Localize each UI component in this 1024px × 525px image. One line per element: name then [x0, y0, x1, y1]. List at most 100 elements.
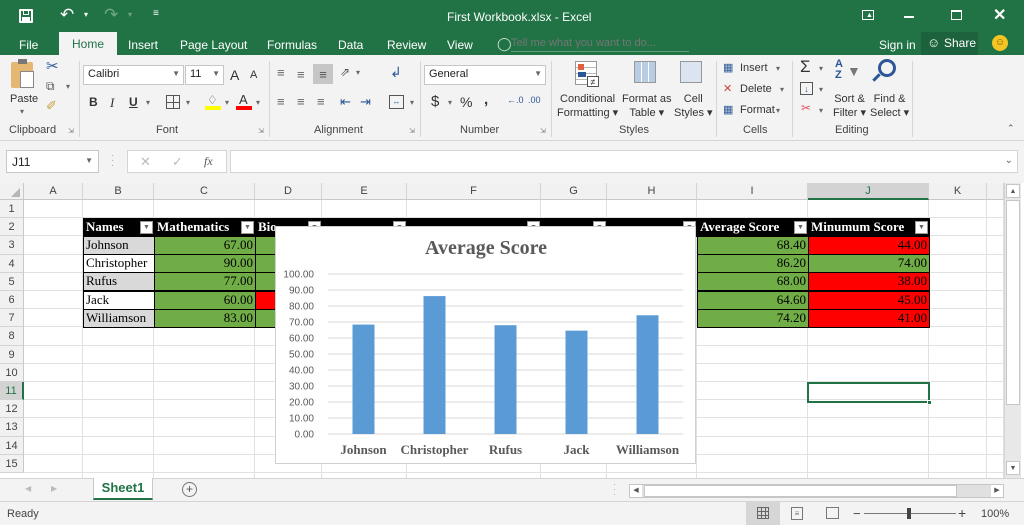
expand-formula-bar-icon[interactable]: ⌄	[1005, 155, 1013, 166]
cancel-entry-button[interactable]: ✕	[140, 154, 151, 170]
column-header-e[interactable]: E	[322, 183, 407, 200]
sort-filter-icon[interactable]: AZ	[835, 59, 843, 81]
column-header-i[interactable]: I	[697, 183, 808, 200]
bar-christopher[interactable]	[423, 296, 446, 434]
conditional-formatting-button[interactable]: Conditional Formatting ▾	[557, 92, 618, 120]
table-cell-name[interactable]: Rufus	[83, 272, 155, 291]
scroll-left-button[interactable]: ◀	[630, 485, 642, 497]
formula-input[interactable]: ⌄	[230, 150, 1018, 173]
row-header-11[interactable]: 11	[0, 382, 24, 401]
borders-icon[interactable]	[166, 95, 180, 109]
clear-icon[interactable]: ✂	[801, 101, 811, 115]
table-cell-name[interactable]: Williamson	[83, 309, 155, 328]
dialog-launcher-icon[interactable]: ⇲	[409, 127, 415, 135]
horizontal-scrollbar[interactable]: ◀ ▶	[629, 484, 1004, 498]
insert-dropdown-icon[interactable]: ▾	[776, 64, 780, 73]
bold-button[interactable]: B	[89, 95, 98, 109]
confirm-entry-button[interactable]: ✓	[172, 154, 183, 170]
row-header-10[interactable]: 10	[0, 363, 24, 382]
number-format-select[interactable]: General ▼	[424, 65, 546, 85]
filter-dropdown-button[interactable]: ▼	[915, 221, 928, 234]
grow-font-button[interactable]: A	[230, 67, 239, 83]
table-cell-mathematics[interactable]: 77.00	[154, 272, 256, 291]
table-cell-mathematics[interactable]: 60.00	[154, 291, 256, 310]
row-header-5[interactable]: 5	[0, 272, 24, 291]
comma-button[interactable]: ,	[484, 91, 488, 108]
column-header-d[interactable]: D	[255, 183, 322, 200]
table-cell-minimum-score[interactable]: 45.00	[808, 291, 930, 310]
minimize-icon[interactable]	[904, 16, 914, 18]
align-right-icon[interactable]: ≡	[317, 94, 325, 109]
drag-handle-icon[interactable]: · · ·	[111, 151, 114, 171]
bar-rufus[interactable]	[494, 325, 517, 434]
table-cell-average-score[interactable]: 64.60	[697, 291, 809, 310]
align-middle-icon[interactable]: ≡	[297, 67, 305, 82]
scroll-down-button[interactable]: ▼	[1006, 461, 1020, 475]
insert-function-button[interactable]: fx	[204, 154, 213, 169]
orientation-dropdown-icon[interactable]: ▾	[356, 68, 360, 77]
zoom-out-button[interactable]: −	[853, 506, 861, 521]
filter-dropdown-button[interactable]: ▼	[794, 221, 807, 234]
split-handle-icon[interactable]: · · ·	[613, 480, 616, 499]
format-painter-icon[interactable]: ✐	[46, 98, 57, 114]
tab-insert[interactable]: Insert	[128, 36, 158, 54]
fill-handle[interactable]	[927, 400, 932, 405]
close-icon[interactable]: ✕	[993, 5, 1006, 25]
column-header-g[interactable]: G	[541, 183, 607, 200]
tab-view[interactable]: View	[447, 36, 473, 54]
name-box[interactable]: J11 ▼	[6, 150, 99, 173]
selected-cell-j11[interactable]	[807, 382, 932, 405]
zoom-level[interactable]: 100%	[981, 508, 1009, 520]
currency-dropdown-icon[interactable]: ▾	[448, 98, 452, 107]
dialog-launcher-icon[interactable]: ⇲	[68, 127, 74, 135]
fill-color-dropdown-icon[interactable]: ▾	[225, 98, 229, 107]
new-sheet-icon[interactable]: +	[182, 482, 197, 497]
font-color-icon[interactable]: A	[236, 92, 252, 110]
undo-icon[interactable]: ↶	[60, 5, 74, 25]
table-cell-minimum-score[interactable]: 38.00	[808, 272, 930, 291]
average-score-chart[interactable]: Average Score 0.00 10.00 20.00 30.00 40.00 50…	[275, 226, 696, 464]
table-cell-mathematics[interactable]: 67.00	[154, 236, 256, 255]
table-cell-name[interactable]: Christopher	[83, 254, 155, 273]
row-header-8[interactable]: 8	[0, 327, 24, 346]
tab-page-layout[interactable]: Page Layout	[180, 36, 247, 54]
tab-home[interactable]: Home	[59, 32, 118, 55]
increase-decimal-icon[interactable]: ←.0	[507, 95, 524, 105]
undo-dropdown-icon[interactable]: ▾	[84, 10, 88, 19]
zoom-slider[interactable]	[864, 508, 956, 519]
sort-filter-button[interactable]: Sort & Filter ▾	[833, 92, 866, 120]
decrease-decimal-icon[interactable]: .00	[528, 95, 541, 105]
scroll-sheets-right-icon[interactable]: ▶	[51, 484, 57, 493]
row-header-12[interactable]: 12	[0, 400, 24, 419]
conditional-formatting-icon[interactable]: ≠	[575, 61, 599, 87]
vertical-scrollbar[interactable]: ▲ ▼	[1004, 183, 1021, 478]
table-cell-average-score[interactable]: 68.40	[697, 236, 809, 255]
dialog-launcher-icon[interactable]: ⇲	[540, 127, 546, 135]
delete-dropdown-icon[interactable]: ▾	[780, 85, 784, 94]
font-size-select[interactable]: 11 ▼	[185, 65, 224, 85]
row-header-9[interactable]: 9	[0, 345, 24, 364]
row-header-15[interactable]: 15	[0, 454, 24, 473]
page-break-view-icon[interactable]	[826, 507, 839, 519]
format-cells-button[interactable]: Format	[740, 104, 775, 116]
table-cell-average-score[interactable]: 86.20	[697, 254, 809, 273]
scroll-up-button[interactable]: ▲	[1006, 184, 1020, 198]
column-header-a[interactable]: A	[24, 183, 83, 200]
autosum-icon[interactable]: Σ	[800, 57, 811, 77]
feedback-smiley-icon[interactable]: ☺	[992, 35, 1008, 51]
find-select-icon[interactable]	[878, 59, 896, 77]
percent-button[interactable]: %	[460, 94, 472, 110]
tab-data[interactable]: Data	[338, 36, 363, 54]
wrap-text-icon[interactable]: ↲	[390, 64, 402, 81]
increase-indent-icon[interactable]: ⇥	[360, 94, 371, 110]
decrease-indent-icon[interactable]: ⇤	[340, 94, 351, 110]
sign-in-link[interactable]: Sign in	[879, 36, 916, 54]
format-as-table-icon[interactable]	[634, 61, 656, 83]
font-name-select[interactable]: Calibri ▼	[83, 65, 184, 85]
dialog-launcher-icon[interactable]: ⇲	[258, 127, 264, 135]
italic-button[interactable]: I	[110, 95, 114, 111]
chevron-down-icon[interactable]: ▼	[85, 156, 93, 165]
scroll-thumb[interactable]	[644, 485, 957, 497]
clear-dropdown-icon[interactable]: ▾	[819, 106, 823, 115]
page-layout-view-icon[interactable]: ≡	[791, 507, 803, 520]
